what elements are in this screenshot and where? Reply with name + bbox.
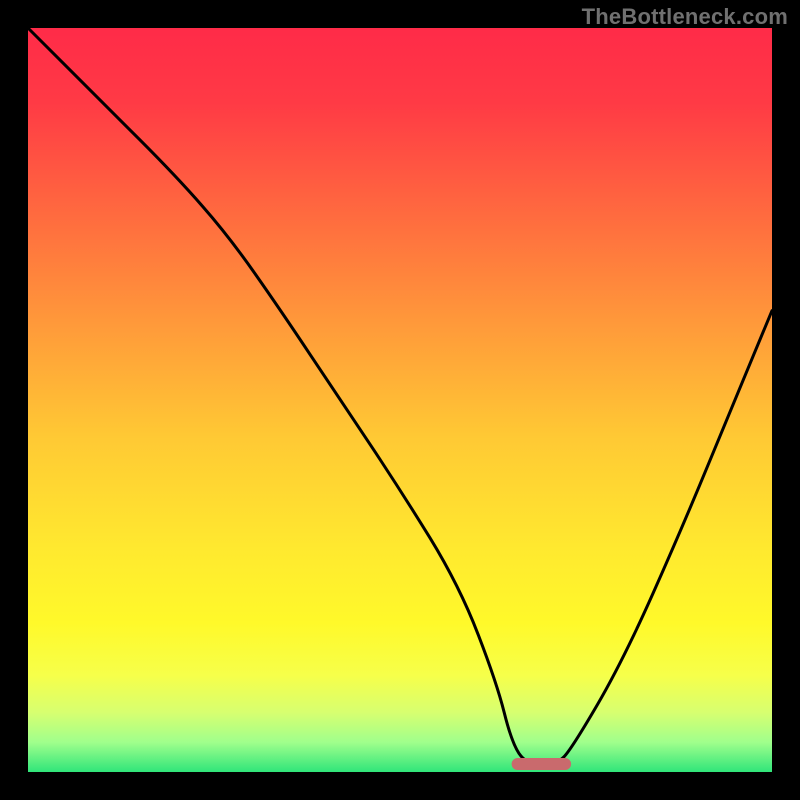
optimal-marker — [512, 758, 571, 770]
watermark-text: TheBottleneck.com — [582, 4, 788, 30]
bottleneck-chart — [0, 0, 800, 800]
